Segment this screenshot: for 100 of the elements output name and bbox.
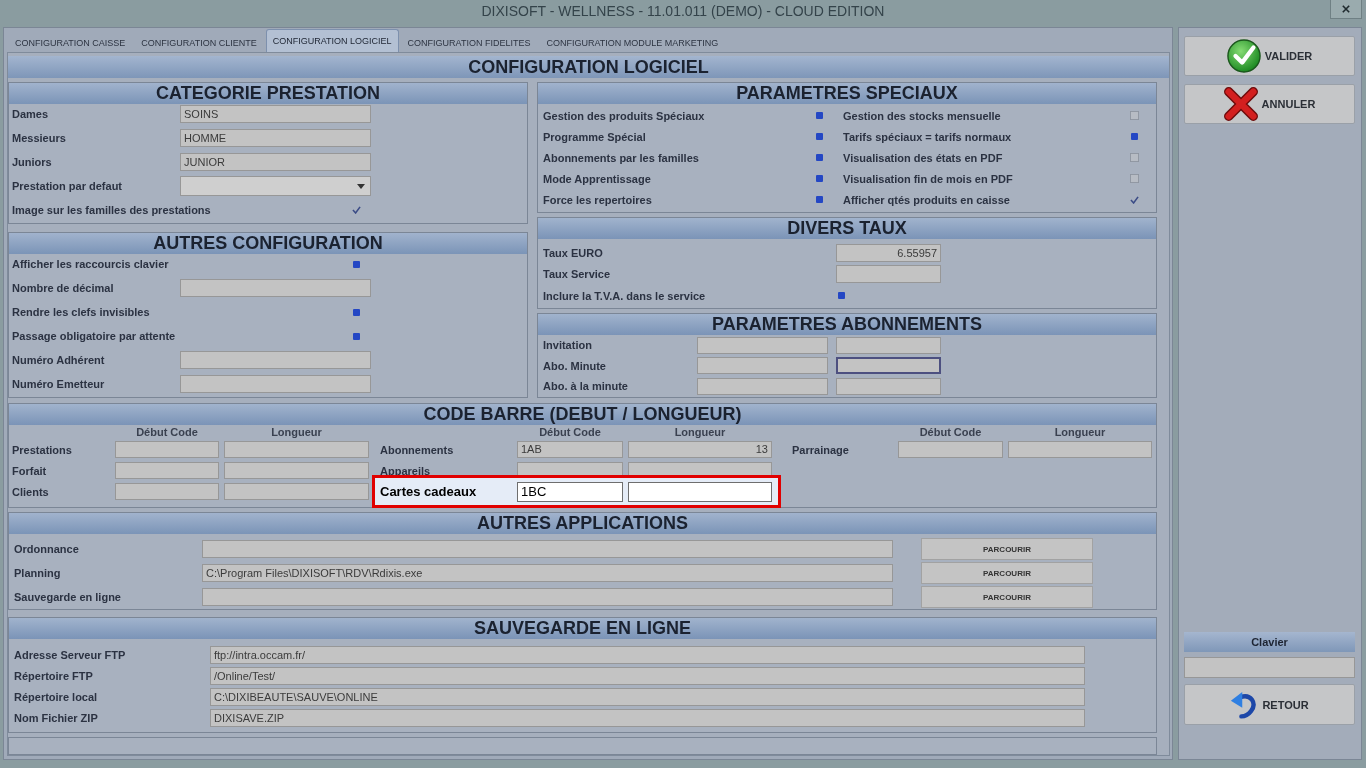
input-field[interactable]	[697, 357, 828, 375]
input-field[interactable]: HOMME	[180, 129, 371, 147]
input-field[interactable]: SOINS	[180, 105, 371, 123]
field-label: Programme Spécial	[543, 130, 646, 143]
input-field[interactable]	[115, 441, 219, 458]
browse-button[interactable]: PARCOURIR	[921, 538, 1093, 560]
input-field[interactable]	[115, 483, 219, 500]
field-label: Planning	[14, 567, 61, 579]
column-header: Longueur	[271, 426, 322, 438]
section-header: PARAMETRES ABONNEMENTS	[538, 314, 1156, 335]
close-button[interactable]	[1330, 0, 1362, 19]
field-label: Mode Apprentissage	[543, 172, 651, 185]
checkbox[interactable]	[815, 112, 823, 119]
checkbox[interactable]	[1129, 195, 1139, 204]
column-header: Longueur	[1054, 426, 1106, 438]
checkbox[interactable]	[815, 175, 823, 182]
field-label: Visualisation fin de mois en PDF	[843, 172, 1013, 185]
tab[interactable]: CONFIGURATION CAISSE	[8, 32, 133, 52]
input-field[interactable]: JUNIOR	[180, 153, 371, 171]
checkbox[interactable]	[1129, 111, 1139, 120]
checkbox[interactable]	[815, 133, 823, 140]
input-field[interactable]	[224, 441, 369, 458]
field-label: Numéro Adhérent	[12, 354, 105, 366]
input-field[interactable]	[1008, 441, 1152, 458]
input-field[interactable]: 1AB	[517, 441, 623, 458]
tab[interactable]: CONFIGURATION CLIENTE	[134, 32, 264, 52]
input-field[interactable]	[697, 336, 828, 354]
input-field[interactable]	[628, 481, 772, 502]
section-header: CATEGORIE PRESTATION	[9, 83, 527, 104]
checkbox[interactable]	[815, 196, 823, 203]
field-label: Rendre les clefs invisibles	[12, 306, 150, 318]
field-label: Image sur les familles des prestations	[12, 204, 211, 216]
section-header: CODE BARRE (DEBUT / LONGUEUR)	[9, 404, 1156, 425]
field-label: Messieurs	[12, 132, 66, 144]
checkbox[interactable]	[352, 332, 360, 340]
tab[interactable]: CONFIGURATION FIDELITES	[400, 32, 538, 52]
browse-button[interactable]: PARCOURIR	[921, 562, 1093, 584]
checkbox[interactable]	[1129, 174, 1139, 183]
input-field[interactable]	[836, 377, 941, 395]
input-field[interactable]	[836, 265, 941, 284]
field-label: Nombre de décimal	[12, 282, 114, 294]
checkbox[interactable]	[352, 308, 360, 316]
input-field[interactable]: ftp://intra.occam.fr/	[210, 645, 1085, 664]
input-field[interactable]: C:\Program Files\DIXISOFT\RDV\Rdixis.exe	[202, 564, 893, 582]
input-field[interactable]: C:\DIXIBEAUTE\SAUVE\ONLINE	[210, 687, 1085, 706]
section-header: DIVERS TAUX	[538, 218, 1156, 239]
return-arrow-icon	[1230, 690, 1259, 719]
field-label: Afficher qtés produits en caisse	[843, 193, 1010, 206]
field-label: Inclure la T.V.A. dans le service	[543, 289, 706, 302]
checkbox[interactable]	[352, 260, 360, 268]
action-button[interactable]: VALIDER	[1184, 36, 1355, 76]
dropdown[interactable]	[180, 176, 371, 196]
field-label: Abo. Minute	[543, 359, 606, 372]
input-field[interactable]	[202, 540, 893, 558]
field-label: Invitation	[543, 339, 592, 352]
section-header: PARAMETRES SPECIAUX	[538, 83, 1156, 104]
input-field[interactable]	[224, 462, 369, 479]
input-field[interactable]	[898, 441, 1003, 458]
checkbox[interactable]	[351, 206, 361, 214]
checkbox[interactable]	[815, 154, 823, 161]
field-label: Juniors	[12, 156, 52, 168]
tab[interactable]: CONFIGURATION MODULE MARKETING	[539, 32, 726, 52]
input-field[interactable]	[180, 375, 371, 393]
column-header: Début Code	[136, 426, 198, 438]
field-label: Ordonnance	[14, 543, 79, 555]
input-field[interactable]	[180, 279, 371, 297]
field-label: Passage obligatoire par attente	[12, 330, 176, 342]
section-header: AUTRES CONFIGURATION	[9, 233, 527, 254]
input-field[interactable]: /Online/Test/	[210, 666, 1085, 685]
input-field[interactable]	[1184, 657, 1355, 678]
input-field[interactable]	[202, 588, 893, 606]
input-field[interactable]	[836, 336, 941, 354]
caret-icon	[357, 183, 365, 189]
checkbox[interactable]	[837, 292, 845, 300]
cross-icon	[1223, 87, 1258, 121]
field-label: Nom Fichier ZIP	[14, 711, 98, 724]
input-field[interactable]: 1BC	[517, 481, 623, 502]
checkbox[interactable]	[1129, 153, 1139, 162]
check-circle-icon	[1226, 39, 1261, 73]
checkbox[interactable]	[1130, 133, 1138, 140]
action-button[interactable]: ANNULER	[1184, 84, 1355, 124]
field-label: Répertoire FTP	[14, 669, 93, 682]
section-header: AUTRES APPLICATIONS	[9, 513, 1156, 534]
input-field[interactable]	[697, 377, 828, 395]
input-field[interactable]	[115, 462, 219, 479]
browse-button[interactable]: PARCOURIR	[921, 586, 1093, 608]
tab[interactable]: CONFIGURATION LOGICIEL	[265, 29, 399, 52]
field-label: Répertoire local	[14, 690, 98, 703]
field-label: Prestations	[12, 443, 72, 456]
field-label: Abo. à la minute	[543, 380, 628, 393]
field-label: Cartes cadeaux	[380, 484, 477, 499]
input-field[interactable]: 6.55957	[836, 243, 941, 262]
back-button[interactable]: RETOUR	[1184, 684, 1355, 725]
input-field[interactable]	[836, 357, 941, 375]
input-field[interactable]: DIXISAVE.ZIP	[210, 708, 1085, 727]
input-field[interactable]	[180, 351, 371, 369]
close-icon	[1342, 5, 1350, 13]
input-field[interactable]: 13	[628, 441, 772, 458]
input-field[interactable]	[224, 483, 369, 500]
field-label: Taux Service	[543, 268, 611, 281]
